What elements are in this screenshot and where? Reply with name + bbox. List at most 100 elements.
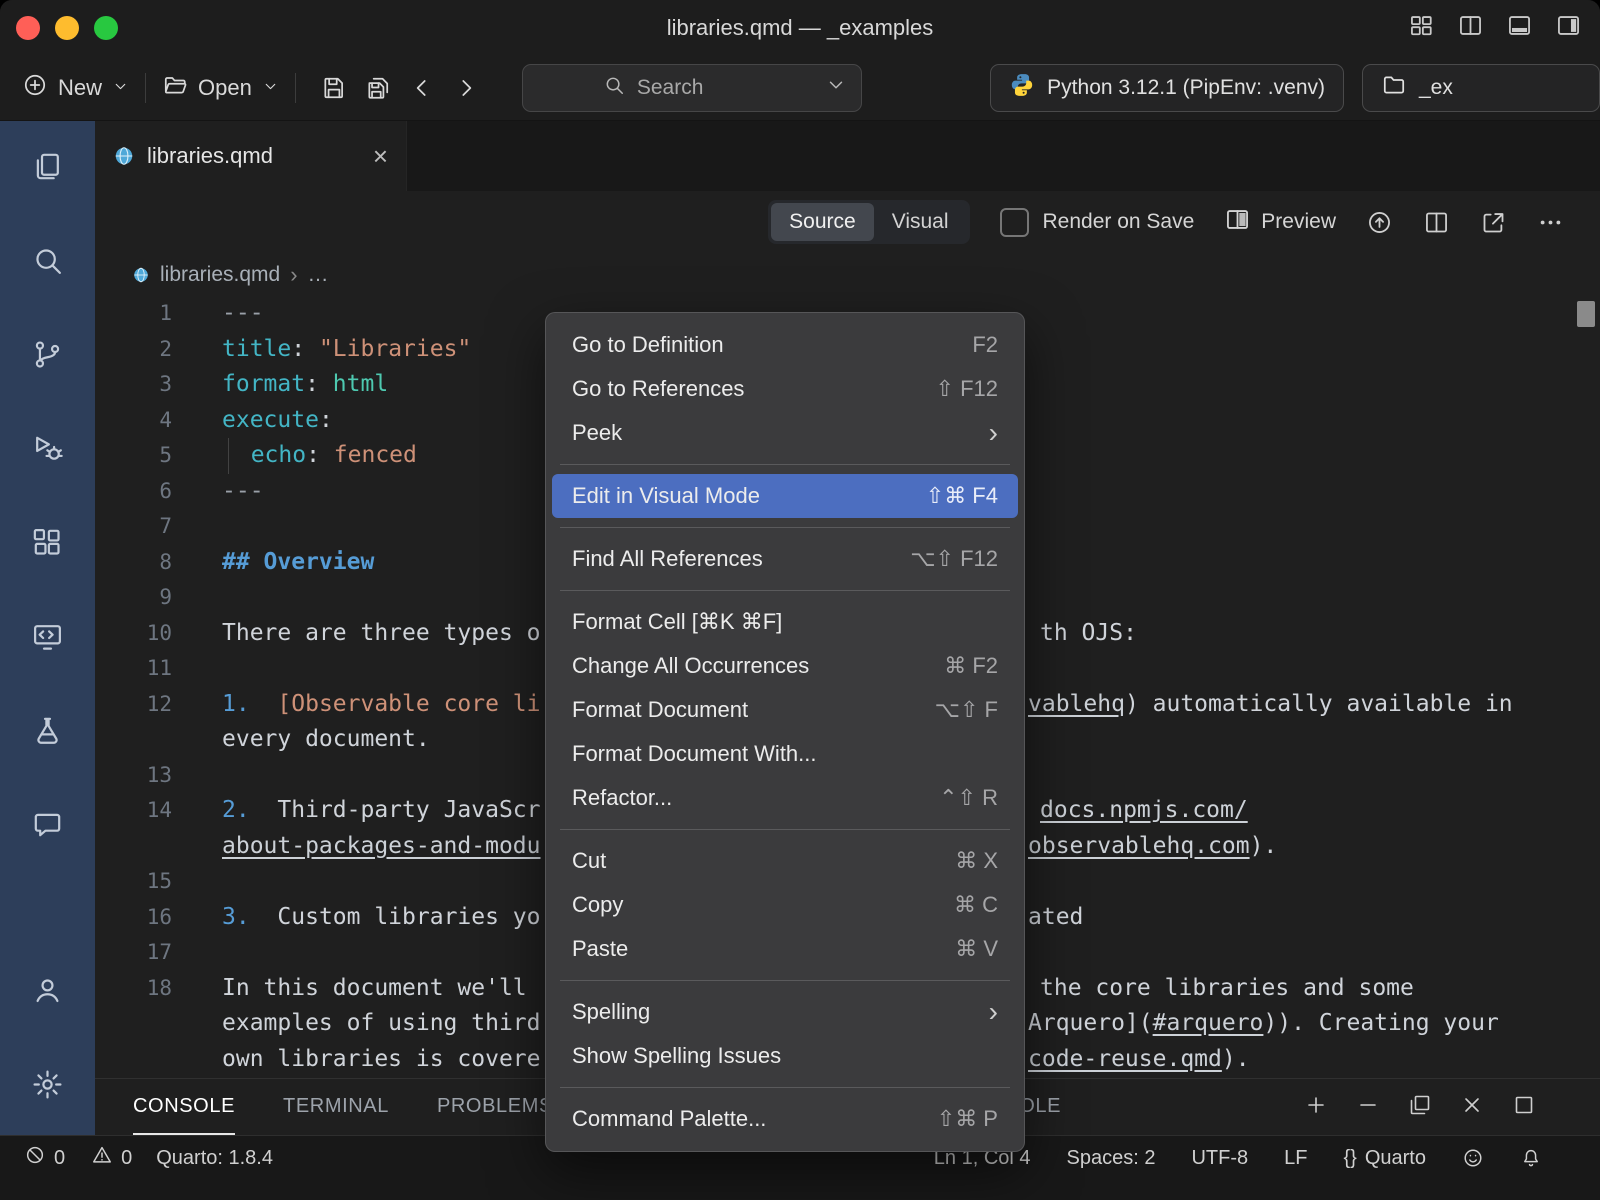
menu-item-format-document-with[interactable]: Format Document With... [546, 732, 1024, 776]
menu-item-format-document[interactable]: Format Document⌥⇧ F [546, 688, 1024, 732]
sidebar-item-extensions[interactable] [24, 521, 72, 569]
more-actions-icon[interactable] [1537, 209, 1564, 236]
language-mode-status[interactable]: {} Quarto [1343, 1147, 1426, 1170]
menu-item-spelling[interactable]: Spelling› [546, 990, 1024, 1034]
menu-item-change-all-occurrences[interactable]: Change All Occurrences ⌘ F2 [546, 644, 1024, 688]
eol-status[interactable]: LF [1284, 1147, 1307, 1170]
code-token: --- [222, 478, 264, 504]
save-button[interactable] [321, 75, 347, 101]
menu-item-copy[interactable]: Copy⌘ C [546, 883, 1024, 927]
breadcrumb-file[interactable]: libraries.qmd [160, 263, 280, 287]
forward-button[interactable] [453, 75, 479, 101]
sidebar-item-explorer[interactable] [24, 145, 72, 193]
code-token: observablehq.com [1028, 833, 1250, 859]
tab-source[interactable]: Source [771, 203, 874, 241]
scrollbar-thumb[interactable] [1577, 301, 1595, 327]
code-text-continuation: th OJS: [1040, 616, 1137, 652]
search-input[interactable] [635, 75, 749, 101]
code-token: vablehq [1028, 691, 1125, 717]
close-icon[interactable] [16, 16, 40, 40]
minimize-icon[interactable] [55, 16, 79, 40]
sidebar-item-source-control[interactable] [24, 333, 72, 381]
open-external-icon[interactable] [1480, 209, 1507, 236]
problems-status[interactable]: 0 0 [24, 1144, 132, 1172]
code-token: There are three types o [222, 620, 541, 646]
line-number [95, 829, 172, 865]
breadcrumb-more[interactable]: … [308, 263, 329, 287]
line-number: 1 [95, 296, 172, 332]
sidebar-item-account[interactable] [24, 969, 72, 1017]
panel-bottom-icon[interactable] [1506, 12, 1533, 44]
layout-grid-icon[interactable] [1408, 12, 1435, 44]
minus-icon[interactable] [1356, 1093, 1380, 1122]
save-all-button[interactable] [365, 75, 391, 101]
back-button[interactable] [409, 75, 435, 101]
render-arrow-up-circle-icon[interactable] [1366, 209, 1393, 236]
menu-item-peek[interactable]: Peek› [546, 411, 1024, 455]
close-icon[interactable] [1460, 1093, 1484, 1122]
preview-button[interactable]: Preview [1224, 206, 1336, 239]
plus-icon[interactable] [1304, 1093, 1328, 1122]
split-editor-icon[interactable] [1423, 209, 1450, 236]
search-box[interactable] [522, 64, 862, 112]
line-number: 18 [95, 971, 172, 1007]
preview-label: Preview [1261, 210, 1336, 234]
activity-bar [0, 121, 95, 1135]
quarto-version-status[interactable]: Quarto: 1.8.4 [156, 1147, 273, 1170]
code-text: 1. [Observable core li [222, 687, 541, 723]
menu-item-paste[interactable]: Paste⌘ V [546, 927, 1024, 971]
menu-item-go-to-definition[interactable]: Go to DefinitionF2 [546, 323, 1024, 367]
open-button[interactable]: Open [162, 72, 279, 104]
code-token: fenced [334, 442, 417, 468]
menu-item-format-cell-k-f[interactable]: Format Cell [⌘K ⌘F] [546, 600, 1024, 644]
tab-libraries-qmd[interactable]: libraries.qmd × [95, 121, 407, 191]
close-icon[interactable]: × [373, 143, 388, 169]
menu-item-go-to-references[interactable]: Go to References⇧ F12 [546, 367, 1024, 411]
sidebar-right-icon[interactable] [1555, 12, 1582, 44]
menu-item-edit-in-visual-mode[interactable]: Edit in Visual Mode⇧⌘ F4 [552, 474, 1018, 518]
render-on-save-checkbox[interactable] [1000, 208, 1029, 237]
new-button[interactable]: New [22, 72, 129, 104]
sidebar-item-devtools[interactable] [24, 615, 72, 663]
menu-item-label: Change All Occurrences [572, 653, 932, 679]
folder-open-icon [162, 72, 188, 104]
sidebar-item-testing[interactable] [24, 709, 72, 757]
interpreter-selector[interactable]: Python 3.12.1 (PipEnv: .venv) [990, 64, 1344, 112]
language-mode-label: Quarto [1365, 1147, 1426, 1170]
indentation-status[interactable]: Spaces: 2 [1067, 1147, 1156, 1170]
menu-item-label: Cut [572, 848, 943, 874]
bell-icon[interactable] [1520, 1147, 1542, 1169]
sidebar-item-search[interactable] [24, 239, 72, 287]
panel-tab-problems[interactable]: PROBLEMS [437, 1079, 553, 1135]
extensions-icon [31, 526, 64, 564]
menu-item-cut[interactable]: Cut ⌘ X [546, 839, 1024, 883]
menu-item-refactor[interactable]: Refactor...⌃⇧ R [546, 776, 1024, 820]
menu-item-label: Peek [572, 420, 977, 446]
tab-visual[interactable]: Visual [874, 203, 967, 241]
zoom-icon[interactable] [94, 16, 118, 40]
sidebar-item-settings[interactable] [24, 1063, 72, 1111]
workspace-selector[interactable]: _ex [1362, 64, 1600, 112]
panel-tab-console[interactable]: CONSOLE [133, 1079, 235, 1135]
toolbar-separator [295, 73, 296, 103]
maximize-icon[interactable] [1512, 1093, 1536, 1122]
menu-item-find-all-references[interactable]: Find All References⌥⇧ F12 [546, 537, 1024, 581]
feedback-smiley-icon[interactable] [1462, 1147, 1484, 1169]
preview-icon [1224, 206, 1251, 239]
menu-item-command-palette[interactable]: Command Palette...⇧⌘ P [546, 1097, 1024, 1141]
code-token: ated [1028, 904, 1083, 930]
restore-icon[interactable] [1408, 1093, 1432, 1122]
menu-item-shortcut: ⌘ F2 [944, 653, 998, 679]
menu-item-shortcut: ⌘ X [955, 848, 998, 874]
encoding-status[interactable]: UTF-8 [1191, 1147, 1248, 1170]
braces-icon: {} [1343, 1147, 1356, 1170]
error-count: 0 [54, 1147, 65, 1170]
panel-tab-terminal[interactable]: TERMINAL [283, 1079, 389, 1135]
menu-item-show-spelling-issues[interactable]: Show Spelling Issues [546, 1034, 1024, 1078]
code-token: #arquero [1153, 1010, 1264, 1036]
warning-count: 0 [121, 1147, 132, 1170]
chevron-down-icon [825, 74, 847, 101]
sidebar-item-chat[interactable] [24, 803, 72, 851]
split-columns-icon[interactable] [1457, 12, 1484, 44]
sidebar-item-run-debug[interactable] [24, 427, 72, 475]
